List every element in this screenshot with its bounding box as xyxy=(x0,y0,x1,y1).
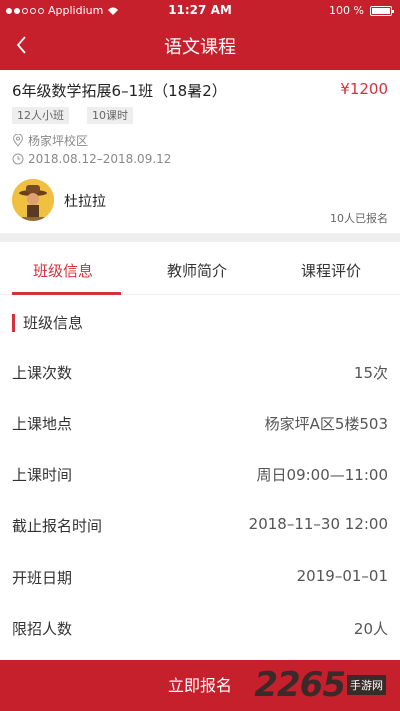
info-value: 2018–11–30 12:00 xyxy=(248,515,388,533)
info-row-start-date: 开班日期 2019–01–01 xyxy=(0,567,400,587)
info-row-deadline: 截止报名时间 2018–11–30 12:00 xyxy=(0,515,400,535)
info-value: 杨家坪A区5楼503 xyxy=(264,415,388,433)
tab-teacher-intro[interactable]: 教师简介 xyxy=(167,260,227,281)
status-bar: Applidium 11:27 AM 100 % xyxy=(0,0,400,20)
date-row: 2018.08.12–2018.09.12 xyxy=(12,152,171,166)
info-label: 上课次数 xyxy=(12,364,73,382)
teacher-avatar xyxy=(12,179,54,221)
clock-icon xyxy=(12,153,24,165)
tab-bar: 班级信息 教师简介 课程评价 xyxy=(0,242,400,295)
section-accent-bar xyxy=(12,313,15,332)
location-pin-icon xyxy=(12,134,24,147)
active-tab-indicator xyxy=(12,292,121,295)
info-row-capacity: 限招人数 20人 xyxy=(0,618,400,638)
section-divider xyxy=(0,233,400,242)
site-watermark: 2265 手游网 xyxy=(254,663,386,707)
info-label: 上课时间 xyxy=(12,466,73,484)
tab-course-reviews[interactable]: 课程评价 xyxy=(301,260,361,281)
section-header: 班级信息 xyxy=(12,312,83,333)
page-title: 语文课程 xyxy=(164,37,236,58)
course-title: 6年级数学拓展6–1班（18暑2） xyxy=(12,82,227,100)
info-value: 20人 xyxy=(353,620,388,638)
info-row-sessions: 上课次数 15次 xyxy=(0,362,400,382)
enrolled-count: 10人已报名 xyxy=(330,212,388,225)
info-label: 开班日期 xyxy=(12,569,73,587)
battery-info: 100 % xyxy=(329,4,394,17)
info-row-location: 上课地点 杨家坪A区5楼503 xyxy=(0,413,400,433)
info-label: 限招人数 xyxy=(12,620,73,638)
info-value: 2019–01–01 xyxy=(296,567,388,585)
info-label: 上课地点 xyxy=(12,415,73,433)
date-range: 2018.08.12–2018.09.12 xyxy=(28,152,172,166)
watermark-number: 2265 xyxy=(254,665,346,705)
info-value: 周日09:00—11:00 xyxy=(256,466,388,484)
info-row-time: 上课时间 周日09:00—11:00 xyxy=(0,464,400,484)
watermark-text: 手游网 xyxy=(347,675,386,695)
tab-class-info[interactable]: 班级信息 xyxy=(33,260,93,281)
info-label: 截止报名时间 xyxy=(12,517,103,535)
campus-name: 杨家坪校区 xyxy=(28,134,89,148)
info-value: 15次 xyxy=(353,364,388,382)
battery-icon xyxy=(370,5,394,16)
section-title: 班级信息 xyxy=(23,314,84,332)
tag-hours: 10课时 xyxy=(87,107,133,124)
campus-row: 杨家坪校区 xyxy=(12,132,88,149)
cowboy-avatar-icon xyxy=(12,179,54,221)
course-card: 6年级数学拓展6–1班（18暑2） ¥1200 12人小班 10课时 杨家坪校区… xyxy=(0,70,400,233)
teacher-name: 杜拉拉 xyxy=(64,194,106,210)
course-price: ¥1200 xyxy=(340,80,388,98)
battery-percent: 100 % xyxy=(329,4,364,17)
tag-class-size: 12人小班 xyxy=(12,107,69,124)
nav-bar: 语文课程 xyxy=(0,20,400,70)
